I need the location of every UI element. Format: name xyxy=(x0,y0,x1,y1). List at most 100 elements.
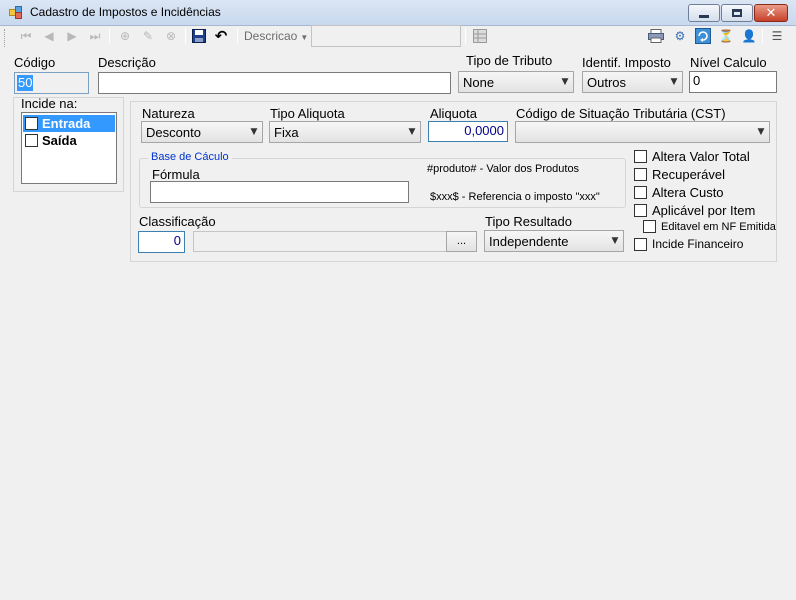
tipo-resultado-select[interactable]: Independente ▼ xyxy=(484,230,624,252)
chevron-down-icon: ▼ xyxy=(757,127,765,137)
editavel-nf-emitida-option[interactable]: Editavel em NF Emitida xyxy=(643,220,776,233)
aliquota-label: Aliquota xyxy=(430,106,477,121)
print-icon[interactable] xyxy=(648,28,664,44)
filter-icon[interactable]: ⏳ xyxy=(718,28,734,44)
identif-imposto-label: Identif. Imposto xyxy=(582,55,671,70)
maximize-icon xyxy=(732,9,742,17)
minimize-icon xyxy=(699,14,709,18)
toolbar-separator xyxy=(762,28,763,44)
settings-icon[interactable]: ⚙ xyxy=(672,28,688,44)
last-record-icon[interactable]: ⏭ xyxy=(87,28,103,44)
classificacao-browse-button[interactable]: ... xyxy=(446,231,477,252)
incide-entrada-item[interactable]: Entrada xyxy=(23,115,115,132)
natureza-value: Desconto xyxy=(146,124,201,140)
incide-entrada-label: Entrada xyxy=(42,116,91,131)
user-icon[interactable]: 👤 xyxy=(741,28,757,44)
search-field-dropdown[interactable]: Descricao ▼ xyxy=(244,29,308,43)
descricao-input[interactable] xyxy=(98,72,451,94)
cst-label: Código de Situação Tributária (CST) xyxy=(516,106,726,121)
formula-label: Fórmula xyxy=(152,167,200,182)
tipo-tributo-select[interactable]: None ▼ xyxy=(458,71,574,93)
next-record-icon[interactable]: ▶ xyxy=(64,28,80,44)
codigo-input[interactable]: 50 xyxy=(14,72,89,94)
classificacao-description xyxy=(193,231,447,252)
maximize-button[interactable] xyxy=(721,4,753,22)
incide-na-label: Incide na: xyxy=(21,96,78,111)
hint-imposto-reference: $xxx$ - Referencia o imposto "xxx" xyxy=(430,191,600,203)
descricao-label: Descrição xyxy=(98,55,156,70)
grid-view-icon[interactable] xyxy=(472,28,488,44)
first-record-icon[interactable]: ⏮ xyxy=(18,28,34,44)
identif-imposto-select[interactable]: Outros ▼ xyxy=(582,71,683,93)
chevron-down-icon: ▼ xyxy=(300,33,309,42)
refresh-icon[interactable] xyxy=(695,28,711,44)
tipo-aliquota-select[interactable]: Fixa ▼ xyxy=(269,121,421,143)
incide-financeiro-checkbox[interactable] xyxy=(634,237,647,251)
minimize-button[interactable] xyxy=(688,4,720,22)
hint-produto: #produto# - Valor dos Produtos xyxy=(427,163,580,175)
tipo-tributo-label: Tipo de Tributo xyxy=(466,53,553,68)
menu-icon[interactable]: ☰ xyxy=(769,28,785,44)
chevron-down-icon: ▼ xyxy=(670,77,678,87)
undo-icon[interactable]: ↶ xyxy=(213,28,229,44)
window-title: Cadastro de Impostos e Incidências xyxy=(30,5,221,19)
altera-custo-checkbox[interactable] xyxy=(634,186,647,199)
toolbar-separator xyxy=(109,28,110,44)
altera-valor-total-label: Altera Valor Total xyxy=(652,149,750,164)
identif-imposto-value: Outros xyxy=(587,74,627,90)
search-field-label: Descricao xyxy=(244,29,298,43)
tipo-resultado-value: Independente xyxy=(489,233,569,249)
chevron-down-icon: ▼ xyxy=(561,77,569,87)
tipo-aliquota-label: Tipo Aliquota xyxy=(270,106,345,121)
toolbar-separator xyxy=(465,28,466,44)
aplicavel-por-item-checkbox[interactable] xyxy=(634,204,647,217)
incide-saida-label: Saída xyxy=(42,133,77,148)
cst-select[interactable]: ▼ xyxy=(515,121,770,143)
app-icon xyxy=(9,6,23,19)
add-icon[interactable]: ⊕ xyxy=(117,28,133,44)
incide-financeiro-label: Incide Financeiro xyxy=(652,237,744,251)
incide-saida-checkbox[interactable] xyxy=(25,134,38,147)
toolbar-separator xyxy=(185,28,186,44)
altera-valor-total-checkbox[interactable] xyxy=(634,150,647,163)
chevron-down-icon: ▼ xyxy=(408,127,416,137)
recuperavel-option[interactable]: Recuperável xyxy=(634,167,725,182)
incide-saida-item[interactable]: Saída xyxy=(23,132,115,149)
save-icon[interactable] xyxy=(191,28,207,44)
nivel-calculo-label: Nível Calculo xyxy=(690,55,767,70)
base-calculo-title: Base de Cáculo xyxy=(148,151,232,163)
tipo-resultado-label: Tipo Resultado xyxy=(485,214,572,229)
previous-record-icon[interactable]: ◀ xyxy=(41,28,57,44)
toolbar-separator xyxy=(237,28,238,44)
incide-financeiro-option[interactable]: Incide Financeiro xyxy=(634,237,743,251)
search-input[interactable] xyxy=(311,25,461,47)
aliquota-input[interactable]: 0,0000 xyxy=(428,121,508,142)
chevron-down-icon: ▼ xyxy=(611,236,619,246)
incide-entrada-checkbox[interactable] xyxy=(25,117,38,130)
aplicavel-por-item-label: Aplicável por Item xyxy=(652,203,756,218)
close-icon: ✕ xyxy=(765,5,777,21)
toolbar-grip[interactable] xyxy=(4,29,7,47)
classificacao-code-input[interactable]: 0 xyxy=(138,231,185,253)
formula-input[interactable] xyxy=(150,181,409,203)
codigo-value: 50 xyxy=(17,75,34,91)
altera-valor-total-option[interactable]: Altera Valor Total xyxy=(634,149,750,164)
tipo-tributo-value: None xyxy=(463,74,495,90)
natureza-label: Natureza xyxy=(142,106,195,121)
codigo-label: Código xyxy=(14,55,56,70)
tipo-aliquota-value: Fixa xyxy=(274,124,299,140)
incide-na-listbox[interactable]: Entrada Saída xyxy=(21,112,117,184)
recuperavel-checkbox[interactable] xyxy=(634,168,647,181)
aplicavel-por-item-option[interactable]: Aplicável por Item xyxy=(634,203,755,218)
delete-icon[interactable]: ⊗ xyxy=(163,28,179,44)
recuperavel-label: Recuperável xyxy=(652,167,725,182)
close-button[interactable]: ✕ xyxy=(754,4,788,22)
natureza-select[interactable]: Desconto ▼ xyxy=(141,121,263,143)
editavel-nf-emitida-label: Editavel em NF Emitida xyxy=(661,220,776,233)
editavel-nf-emitida-checkbox[interactable] xyxy=(643,220,656,233)
altera-custo-option[interactable]: Altera Custo xyxy=(634,185,724,200)
chevron-down-icon: ▼ xyxy=(250,127,258,137)
edit-icon[interactable]: ✎ xyxy=(140,28,156,44)
nivel-calculo-input[interactable]: 0 xyxy=(689,71,777,93)
classificacao-label: Classificação xyxy=(139,214,216,229)
